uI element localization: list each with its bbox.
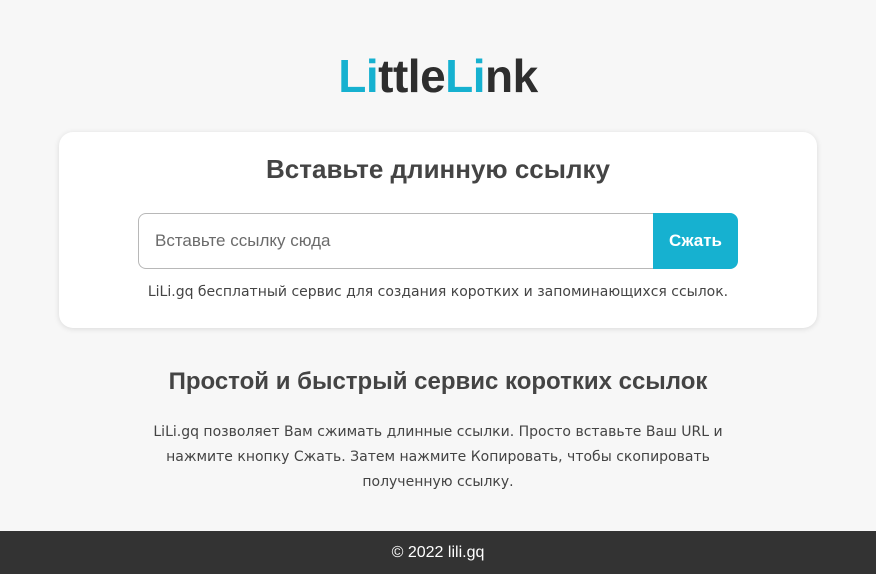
footer-copyright: © 2022 lili.gq [391,544,485,561]
shorten-button[interactable]: Сжать [653,213,738,269]
footer: © 2022 lili.gq [0,531,876,574]
page: LittleLink Вставьте длинную ссылку Сжать… [0,0,876,574]
logo-part-1: Li [338,50,379,102]
shorten-form: Сжать [138,213,738,269]
card-note: LiLi.gq бесплатный сервис для создания к… [147,284,729,300]
logo-part-3: Li [445,50,486,102]
section-title: Простой и быстрый сервис коротких ссылок [168,368,708,395]
section-description: LiLi.gq позволяет Вам сжимать длинные сс… [153,424,723,490]
card-title: Вставьте длинную ссылку [266,154,610,184]
logo-part-4: nk [485,50,538,102]
site-logo[interactable]: LittleLink [0,50,876,102]
logo-part-2: ttle [378,50,446,102]
url-input[interactable] [138,213,653,269]
shorten-card: Вставьте длинную ссылку Сжать LiLi.gq бе… [59,132,817,328]
